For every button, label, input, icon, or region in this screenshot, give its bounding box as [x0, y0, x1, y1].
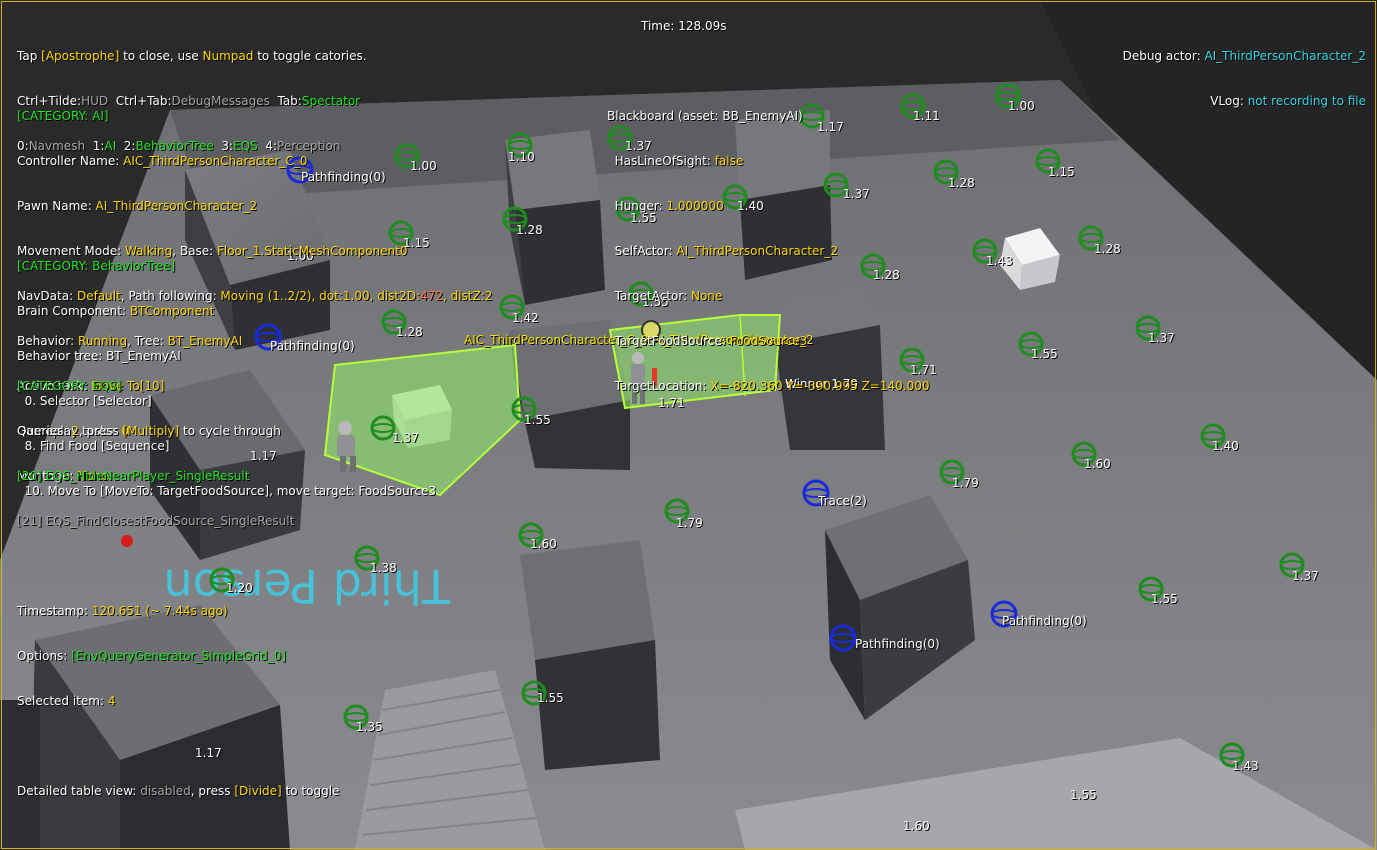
eqs-score-label: 1.55 [537, 691, 564, 705]
pathfinding-query-sphere-icon [829, 624, 857, 652]
hud-blackboard: Blackboard (asset: BB_EnemyAI) HasLineOf… [607, 109, 930, 393]
eqs-score-label: 1.43 [986, 254, 1013, 268]
trace-label: Trace(2) [818, 494, 867, 508]
eqs-score-label: 1.79 [952, 476, 979, 490]
eqs-score-label: 1.37 [1148, 331, 1175, 345]
eqs-score-label: 1.37 [1292, 569, 1319, 583]
eqs-score-label: 1.60 [903, 819, 930, 833]
pathfinding-label: Pathfinding(0) [855, 637, 940, 651]
eqs-score-label: 1.40 [1212, 439, 1239, 453]
eqs-score-label: 1.60 [530, 537, 557, 551]
eqs-score-label: 1.43 [1232, 759, 1259, 773]
eqs-score-label: 1.38 [370, 561, 397, 575]
eqs-score-label: 1.15 [1048, 165, 1075, 179]
eqs-score-label: 1.42 [512, 311, 539, 325]
hud-time: Time: 128.09s [641, 19, 727, 33]
eqs-score-label: 1.55 [1070, 788, 1097, 802]
eqs-score-label: 1.60 [1084, 457, 1111, 471]
eqs-score-label: 1.00 [1008, 99, 1035, 113]
eqs-score-label: 1.10 [508, 150, 535, 164]
eqs-score-label: 1.35 [356, 720, 383, 734]
hud-category-eqs: [CATEGORY: EQS] Queries: 2, press [Multi… [17, 379, 340, 798]
eqs-score-label: 1.28 [948, 176, 975, 190]
game-viewport[interactable]: Third Person 1.00 1.10 1.17 1.11 1.00 1.37 1.1… [0, 0, 1377, 850]
eqs-score-label: 1.55 [1031, 347, 1058, 361]
eqs-score-label: 1.55 [524, 413, 551, 427]
eqs-score-label: 1.28 [516, 223, 543, 237]
hud-debug-actor: Debug actor: AI_ThirdPersonCharacter_2 V… [1122, 49, 1366, 108]
eqs-score-label: 1.79 [676, 516, 703, 530]
eqs-score-label: 1.28 [1094, 242, 1121, 256]
pathfinding-label: Pathfinding(0) [1002, 614, 1087, 628]
eqs-score-label: 1.55 [1151, 592, 1178, 606]
